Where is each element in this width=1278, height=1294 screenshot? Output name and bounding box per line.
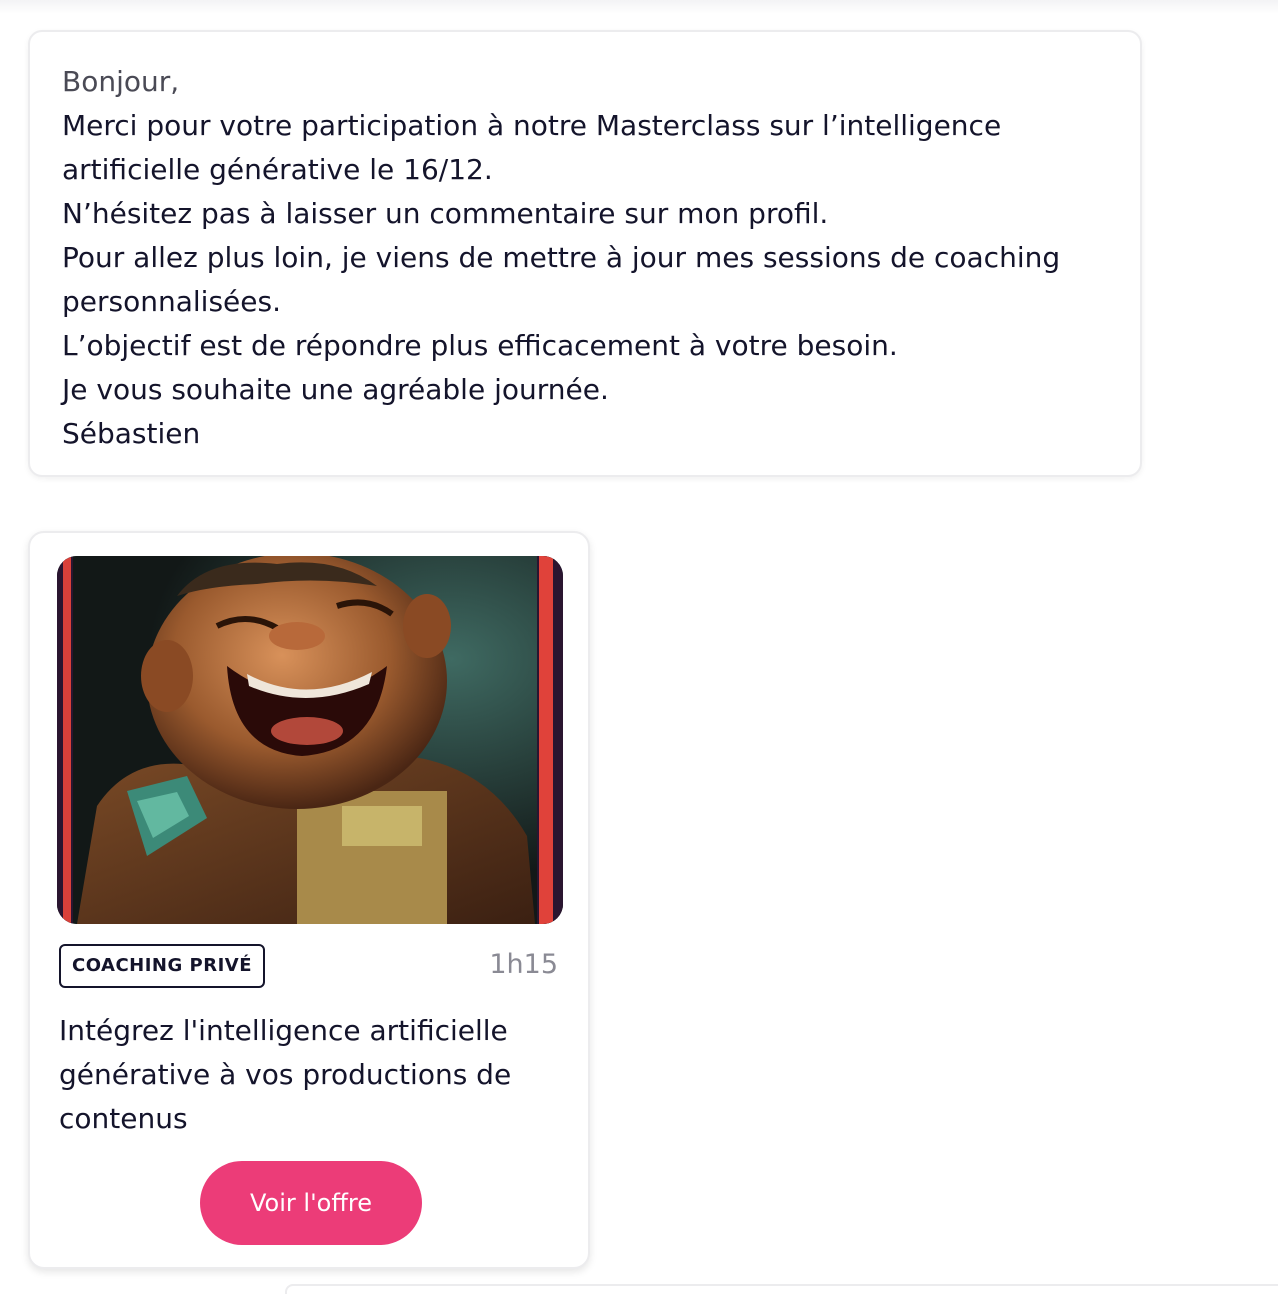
message-bubble: Bonjour, Merci pour votre participation …: [28, 30, 1142, 477]
offer-image-illustration: [57, 556, 563, 924]
top-divider: [0, 0, 1278, 14]
offer-title-line: contenus: [59, 1102, 188, 1135]
message-line: Merci pour votre participation à notre M…: [62, 109, 1002, 142]
message-line: personnalisées.: [62, 285, 281, 318]
bottom-divider: [285, 1284, 1278, 1294]
offer-duration: 1h15: [489, 949, 558, 980]
message-line: L’objectif est de répondre plus efficace…: [62, 329, 898, 362]
message-signature: Sébastien: [62, 417, 201, 450]
message-line: artificielle générative le 16/12.: [62, 153, 493, 186]
message-line: Je vous souhaite une agréable journée.: [62, 373, 609, 406]
message-line: Pour allez plus loin, je viens de mettre…: [62, 241, 1061, 274]
message-greeting: Bonjour,: [62, 65, 180, 98]
offer-title-line: générative à vos productions de: [59, 1058, 512, 1091]
message-line: N’hésitez pas à laisser un commentaire s…: [62, 197, 829, 230]
offer-image[interactable]: [57, 556, 563, 924]
offer-title-line: Intégrez l'intelligence artificielle: [59, 1014, 508, 1047]
offer-type-badge: COACHING PRIVÉ: [59, 944, 266, 988]
offer-title[interactable]: Intégrez l'intelligence artificielle gén…: [59, 1009, 559, 1141]
offer-card[interactable]: COACHING PRIVÉ 1h15 Intégrez l'intellige…: [28, 531, 590, 1269]
view-offer-button[interactable]: Voir l'offre: [200, 1161, 422, 1245]
